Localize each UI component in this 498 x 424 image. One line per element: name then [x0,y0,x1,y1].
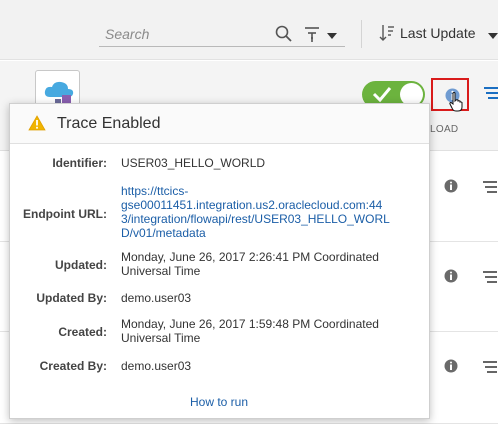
info-icon[interactable] [444,269,458,286]
identifier-label: Identifier: [52,156,107,170]
toolbar-separator [361,20,362,48]
load-label: LOAD [430,124,459,135]
updated-label: Updated: [55,258,107,272]
info-button-highlight[interactable] [431,78,469,112]
created-by-value: demo.user03 [121,359,192,373]
warning-icon [28,115,46,134]
toolbar: Last Update [0,0,498,60]
info-icon[interactable] [444,179,458,196]
menu-lines-icon[interactable] [483,360,497,377]
chevron-down-icon[interactable] [326,29,338,44]
updated-value: Monday, June 26, 2017 2:26:41 PM Coordin… [121,250,379,278]
trace-info-popup: Trace Enabled Identifier: USER03_HELLO_W… [9,103,430,419]
menu-lines-icon[interactable] [483,270,497,287]
sort-chevron-down-icon[interactable] [488,29,498,44]
filter-icon[interactable] [304,25,320,46]
endpoint-url-link[interactable]: https://ttcics- gse00011451.integration.… [121,184,421,240]
updated-by-label: Updated By: [36,291,107,305]
how-to-run-link[interactable]: How to run [190,395,248,409]
created-value: Monday, June 26, 2017 1:59:48 PM Coordin… [121,317,379,345]
updated-by-value: demo.user03 [121,291,192,305]
created-label: Created: [58,325,107,339]
endpoint-url-label: Endpoint URL: [23,207,107,221]
search-box[interactable] [99,21,345,47]
info-icon[interactable] [444,359,458,376]
menu-lines-icon[interactable] [484,86,498,103]
identifier-value: USER03_HELLO_WORLD [121,156,266,170]
search-input[interactable] [105,23,265,45]
sort-dropdown-label[interactable]: Last Update [400,25,476,41]
search-icon[interactable] [275,25,293,46]
popup-header: Trace Enabled [10,104,429,144]
created-by-label: Created By: [39,359,107,373]
popup-title: Trace Enabled [57,115,161,132]
menu-lines-icon[interactable] [483,180,497,197]
pointer-cursor-icon [449,92,465,115]
sort-icon[interactable] [379,24,395,45]
